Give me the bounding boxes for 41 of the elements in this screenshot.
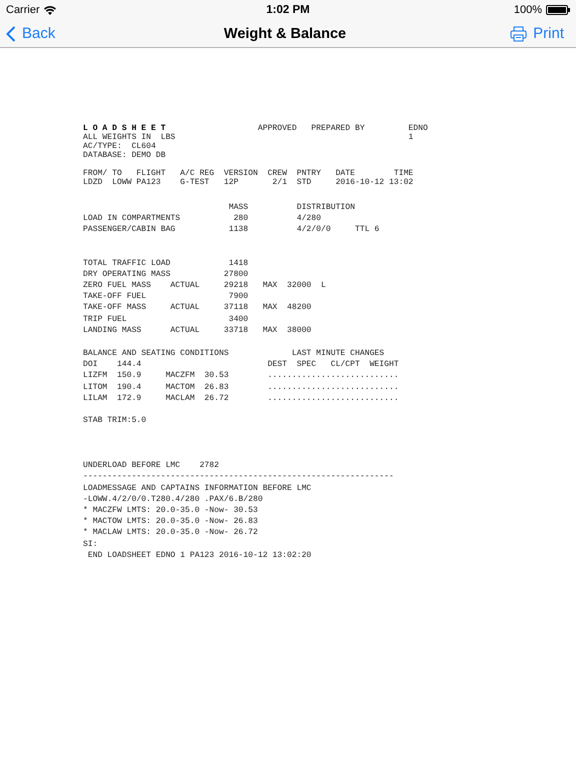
loadsheet-line: LOADMESSAGE AND CAPTAINS INFORMATION BEFORE LMC <box>83 482 312 494</box>
loadsheet-line: ---------------------------------------------------------------- <box>83 471 394 483</box>
screen-title: Weight & Balance <box>224 26 346 42</box>
loadsheet-line: UNDERLOAD BEFORE LMC 2782 <box>83 460 219 472</box>
print-button[interactable]: Print <box>434 25 564 42</box>
loadsheet-line: LITOM 190.4 MACTOM 26.83 ........................... <box>83 382 399 393</box>
loadsheet-line: ALL WEIGHTS IN LBS 1 <box>83 133 414 142</box>
loadsheet-line: ZERO FUEL MASS ACTUAL 29218 MAX 32000 L <box>83 280 326 292</box>
loadsheet-line: TAKE-OFF FUEL 7900 <box>83 291 248 302</box>
battery-percent: 100% <box>514 4 542 16</box>
loadsheet-line: LOAD IN COMPARTMENTS 280 4/280 <box>83 213 321 224</box>
carrier-name: Carrier <box>6 4 40 16</box>
loadsheet-line: LDZD LOWW PA123 G-TEST 12P 2/1 STD 2016-10-12 13:02 <box>83 178 414 187</box>
loadsheet-line: -LOWW.4/2/0/0.T280.4/280 .PAX/6.B/280 <box>83 494 263 506</box>
printer-icon <box>510 26 528 42</box>
wifi-icon <box>44 6 56 14</box>
loadsheet-line: MASS DISTRIBUTION <box>228 202 355 214</box>
loadsheet-line: LANDING MASS ACTUAL 33718 MAX 38000 <box>83 324 312 336</box>
loadsheet-line: END LOADSHEET EDNO 1 PA123 2016-10-12 13:02:20 <box>86 550 312 562</box>
battery-icon <box>546 5 570 15</box>
chevron-left-icon <box>6 26 16 42</box>
loadsheet-line: PASSENGER/CABIN BAG 1138 4/2/0/0 TTL 6 <box>83 224 380 236</box>
loadsheet-line: BALANCE AND SEATING CONDITIONS LAST MINUTE CHANGES <box>83 348 384 360</box>
status-time: 1:02 PM <box>266 4 310 16</box>
loadsheet-line: TRIP FUEL 3400 <box>83 314 248 325</box>
loadsheet-line: SI: <box>83 538 98 550</box>
loadsheet-line: LILAM 172.9 MACLAM 26.72 ........................... <box>83 392 399 404</box>
loadsheet-line: DRY OPERATING MASS 27800 <box>83 268 248 280</box>
loadsheet-line: L O A D S H E E T APPROVED PREPARED BY EDNO <box>83 124 428 133</box>
loadsheet-line: * MACLAW LMTS: 20.0-35.0 -Now- 26.72 <box>83 527 258 539</box>
loadsheet-line: * MACZFW LMTS: 20.0-35.0 -Now- 30.53 <box>83 505 258 516</box>
loadsheet-line: DATABASE: DEMO DB <box>83 151 166 160</box>
back-button[interactable]: Back <box>6 25 136 42</box>
loadsheet-line: TOTAL TRAFFIC LOAD 1418 <box>83 258 248 269</box>
loadsheet-line: STAB TRIM:5.0 <box>83 415 146 426</box>
loadsheet-line: FROM/ TO FLIGHT A/C REG VERSION CREW PNTRY DATE TIME <box>83 169 414 178</box>
loadsheet-line: LIZFM 150.9 MACZFM 30.53 ........................... <box>83 370 399 382</box>
loadsheet-line: TAKE-OFF MASS ACTUAL 37118 MAX 48200 <box>83 302 312 314</box>
loadsheet-line: DOI 144.4 DEST SPEC CL/CPT WEIGHT <box>83 359 399 370</box>
loadsheet-line: * MACTOW LMTS: 20.0-35.0 -Now- 26.83 <box>83 516 258 528</box>
loadsheet-line: AC/TYPE: CL604 <box>83 142 156 151</box>
